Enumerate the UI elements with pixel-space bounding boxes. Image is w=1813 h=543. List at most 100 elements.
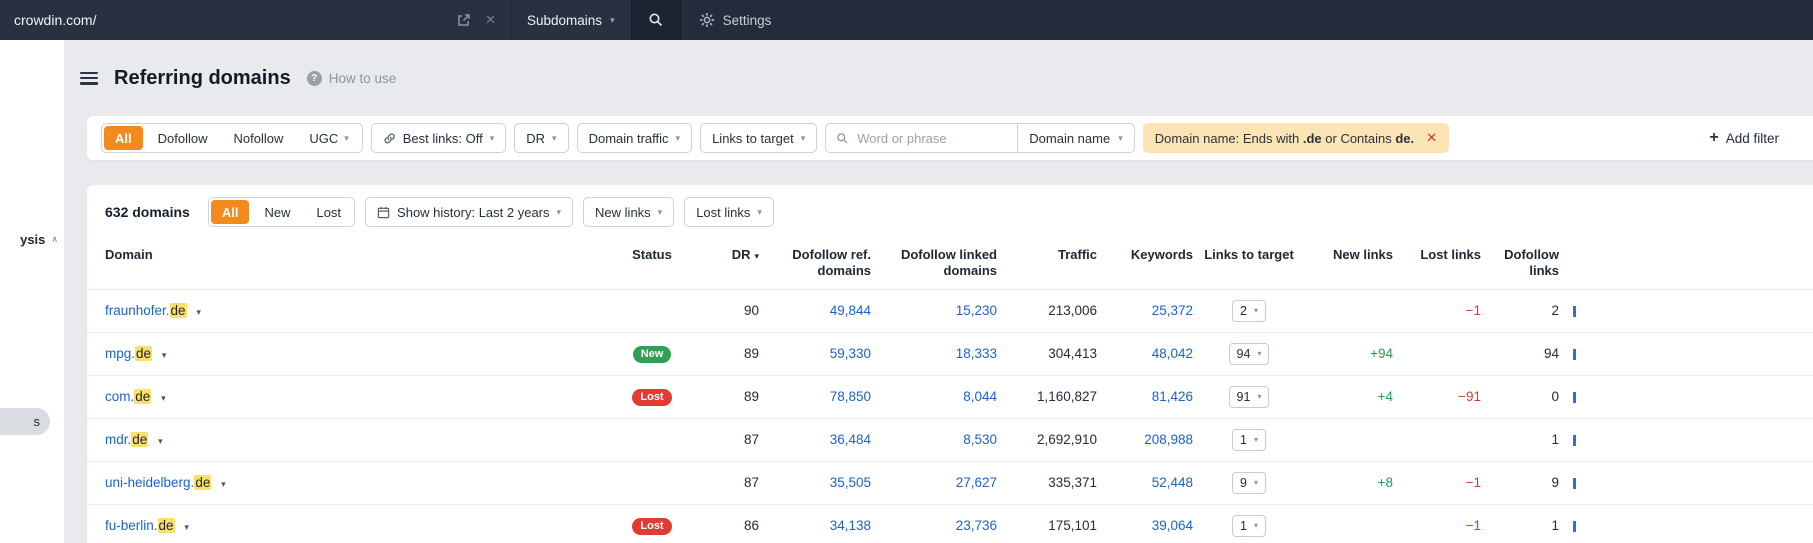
keywords-link[interactable]: 208,988 bbox=[1144, 432, 1193, 447]
domain-link[interactable]: fu-berlin.de bbox=[105, 518, 175, 533]
table-row: mpg.de ▾ New 89 59,330 18,333 304,413 48… bbox=[87, 333, 1813, 376]
domain-menu-chevron-icon[interactable]: ▾ bbox=[162, 350, 167, 360]
segment-nofollow[interactable]: Nofollow bbox=[222, 126, 294, 150]
col-dofollow-links[interactable]: Dofollow links bbox=[1481, 247, 1559, 280]
dofollow-linked-domains-link[interactable]: 27,627 bbox=[956, 475, 997, 490]
target-url-input[interactable]: crowdin.com/ ✕ bbox=[0, 0, 510, 40]
domain-link[interactable]: com.de bbox=[105, 389, 152, 404]
keywords-link[interactable]: 39,064 bbox=[1152, 518, 1193, 533]
open-external-icon[interactable] bbox=[457, 13, 471, 27]
domain-menu-chevron-icon[interactable]: ▾ bbox=[184, 522, 189, 532]
how-to-use-label: How to use bbox=[328, 70, 397, 86]
lost-links-value: −1 bbox=[1465, 303, 1481, 318]
dr-value: 87 bbox=[743, 432, 759, 447]
segment-all[interactable]: All bbox=[104, 126, 143, 150]
menu-icon[interactable] bbox=[80, 71, 98, 85]
col-dofollow-ref-domains[interactable]: Dofollow ref. domains bbox=[759, 247, 871, 280]
dr-value: 86 bbox=[743, 518, 759, 533]
domain-menu-chevron-icon[interactable]: ▾ bbox=[158, 436, 163, 446]
dofollow-linked-domains-link[interactable]: 8,044 bbox=[963, 389, 997, 404]
remove-filter-icon[interactable]: ✕ bbox=[1426, 130, 1437, 146]
active-filter-chip[interactable]: Domain name: Ends with .de or Contains d… bbox=[1142, 123, 1450, 153]
word-search-input[interactable] bbox=[857, 130, 1008, 146]
keywords-link[interactable]: 81,426 bbox=[1152, 389, 1193, 404]
scope-select[interactable]: Subdomains ▾ bbox=[510, 0, 631, 40]
lost-links-button[interactable]: Lost links ▾ bbox=[684, 197, 774, 227]
col-status[interactable]: Status bbox=[607, 247, 697, 263]
dofollow-ref-domains-link[interactable]: 35,505 bbox=[830, 475, 871, 490]
search-match-highlight: de bbox=[131, 432, 149, 447]
page-title: Referring domains bbox=[114, 66, 291, 89]
dofollow-linked-domains-link[interactable]: 23,736 bbox=[956, 518, 997, 533]
dofollow-ref-domains-link[interactable]: 78,850 bbox=[830, 389, 871, 404]
new-links-value: +94 bbox=[1370, 346, 1393, 361]
table-header-row: Domain Status DR ▾ Dofollow ref. domains … bbox=[87, 237, 1813, 290]
dofollow-ref-domains-link[interactable]: 34,138 bbox=[830, 518, 871, 533]
segment-dofollow[interactable]: Dofollow bbox=[147, 126, 219, 150]
word-search[interactable] bbox=[826, 124, 1017, 152]
domain-link[interactable]: uni-heidelberg.de bbox=[105, 475, 212, 490]
keywords-link[interactable]: 52,448 bbox=[1152, 475, 1193, 490]
col-dr[interactable]: DR ▾ bbox=[697, 247, 759, 263]
settings-button[interactable]: Settings bbox=[681, 0, 790, 40]
segment-ugc[interactable]: UGC ▾ bbox=[298, 126, 359, 150]
dofollow-linked-domains-link[interactable]: 18,333 bbox=[956, 346, 997, 361]
col-domain[interactable]: Domain bbox=[105, 247, 607, 263]
sidebar-item-active-partial[interactable]: s bbox=[0, 408, 50, 435]
keywords-link[interactable]: 48,042 bbox=[1152, 346, 1193, 361]
dofollow-linked-domains-link[interactable]: 8,530 bbox=[963, 432, 997, 447]
dr-filter-button[interactable]: DR ▾ bbox=[514, 123, 569, 153]
links-to-target-select[interactable]: 2 ▾ bbox=[1232, 299, 1266, 322]
domain-traffic-filter-button[interactable]: Domain traffic ▾ bbox=[576, 123, 693, 153]
col-keywords[interactable]: Keywords bbox=[1097, 247, 1193, 263]
col-new-links[interactable]: New links bbox=[1305, 247, 1393, 263]
links-to-target-select[interactable]: 9 ▾ bbox=[1232, 471, 1266, 494]
how-to-use-link[interactable]: ? How to use bbox=[306, 70, 397, 86]
keywords-link[interactable]: 25,372 bbox=[1152, 303, 1193, 318]
clear-url-icon[interactable]: ✕ bbox=[485, 12, 496, 28]
segment-status-all[interactable]: All bbox=[210, 200, 250, 224]
sidebar-section-label-partial[interactable]: ysis ∧ bbox=[20, 232, 58, 247]
links-to-target-select[interactable]: 1 ▾ bbox=[1232, 514, 1266, 537]
col-lost-links[interactable]: Lost links bbox=[1393, 247, 1481, 263]
domain-menu-chevron-icon[interactable]: ▾ bbox=[161, 393, 166, 403]
chevron-down-icon: ▾ bbox=[1253, 305, 1258, 315]
domain-link[interactable]: mdr.de bbox=[105, 432, 149, 447]
search-button[interactable] bbox=[630, 0, 681, 40]
top-navbar: crowdin.com/ ✕ Subdomains ▾ Settings bbox=[0, 0, 1813, 40]
search-match-highlight: de bbox=[134, 389, 152, 404]
links-to-target-select[interactable]: 1 ▾ bbox=[1232, 428, 1266, 451]
dofollow-ref-domains-link[interactable]: 59,330 bbox=[830, 346, 871, 361]
col-links-to-target[interactable]: Links to target bbox=[1193, 247, 1305, 263]
dofollow-linked-domains-link[interactable]: 15,230 bbox=[956, 303, 997, 318]
col-traffic[interactable]: Traffic bbox=[997, 247, 1097, 263]
links-to-target-select[interactable]: 94 ▾ bbox=[1228, 342, 1270, 365]
domain-link[interactable]: mpg.de bbox=[105, 346, 153, 361]
links-to-target-filter-button[interactable]: Links to target ▾ bbox=[700, 123, 818, 153]
active-filter-text: Domain name: Ends with .de or Contains d… bbox=[1154, 130, 1415, 146]
dofollow-links-value: 94 bbox=[1543, 346, 1559, 361]
scope-select-value: Subdomains bbox=[527, 12, 603, 28]
segment-status-lost[interactable]: Lost bbox=[305, 200, 352, 224]
new-links-button[interactable]: New links ▾ bbox=[583, 197, 675, 227]
filter-bar: All Dofollow Nofollow UGC ▾ Best links: … bbox=[87, 116, 1813, 160]
dofollow-links-value: 2 bbox=[1551, 303, 1559, 318]
domain-link[interactable]: fraunhofer.de bbox=[105, 303, 187, 318]
segment-status-new[interactable]: New bbox=[253, 200, 301, 224]
chevron-down-icon: ▾ bbox=[757, 206, 762, 217]
search-field-select[interactable]: Domain name ▾ bbox=[1017, 124, 1133, 152]
dofollow-ref-domains-link[interactable]: 49,844 bbox=[830, 303, 871, 318]
links-to-target-select[interactable]: 91 ▾ bbox=[1228, 385, 1270, 408]
dofollow-ref-domains-link[interactable]: 36,484 bbox=[830, 432, 871, 447]
domain-menu-chevron-icon[interactable]: ▾ bbox=[196, 307, 201, 317]
dofollow-links-spark-bar bbox=[1573, 305, 1576, 317]
domain-menu-chevron-icon[interactable]: ▾ bbox=[221, 479, 226, 489]
show-history-button[interactable]: Show history: Last 2 years ▾ bbox=[365, 197, 574, 227]
best-links-filter-button[interactable]: Best links: Off ▾ bbox=[370, 123, 507, 153]
col-dofollow-linked-domains[interactable]: Dofollow linked domains bbox=[871, 247, 997, 280]
search-match-highlight: de bbox=[157, 518, 175, 533]
target-url-value[interactable]: crowdin.com/ bbox=[14, 12, 443, 28]
add-filter-button[interactable]: + Add filter bbox=[1709, 130, 1779, 146]
link-icon bbox=[384, 132, 395, 143]
dr-value: 87 bbox=[743, 475, 759, 490]
